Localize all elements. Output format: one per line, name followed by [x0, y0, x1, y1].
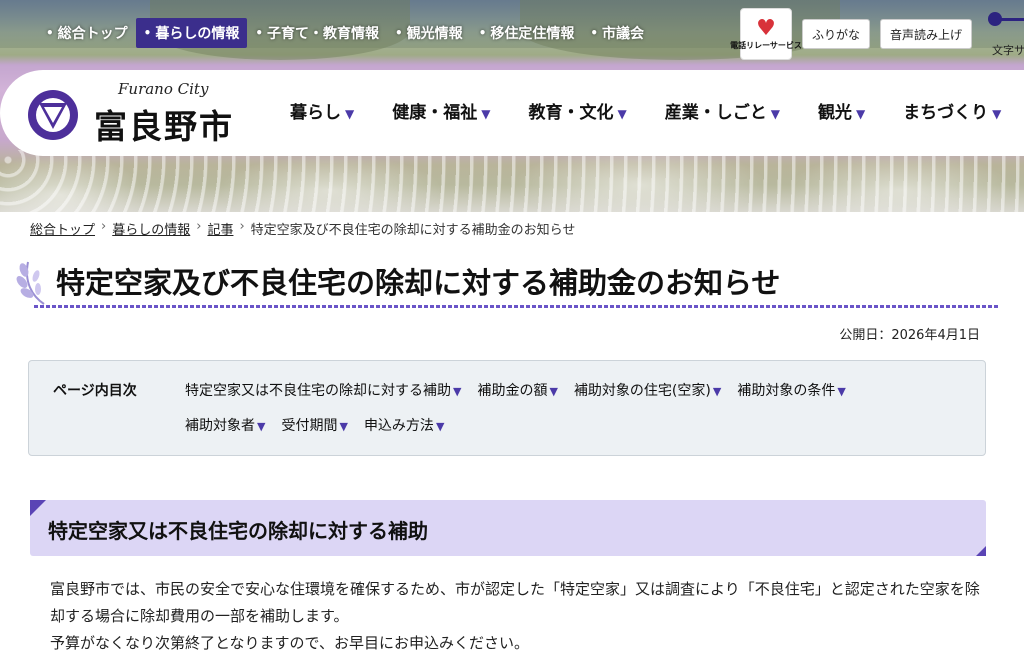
chevron-down-icon: ▼ — [992, 107, 1002, 121]
mainnav-label: 産業・しごと — [664, 103, 767, 123]
topnav-item-council[interactable]: • 市議会 — [582, 18, 652, 48]
font-size-slider[interactable]: 文字サ — [986, 8, 1024, 57]
bullet-icon: • — [255, 26, 264, 40]
read-aloud-button[interactable]: 音声読み上げ — [880, 19, 973, 49]
logo-english: Furano City — [118, 80, 209, 98]
topnav-item-childcare[interactable]: • 子育て・教育情報 — [247, 18, 387, 48]
body-paragraph: 富良野市では、市民の安全で安心な住環境を確保するため、市が認定した「特定空家」又… — [50, 580, 980, 625]
bullet-icon: • — [395, 26, 403, 40]
furigana-button[interactable]: ふりがな — [802, 19, 871, 49]
mainnav-item-tourism[interactable]: 観光 ▼ — [818, 98, 865, 123]
telephone-relay-button[interactable]: ♥ 電話リレーサービス — [730, 8, 802, 60]
corner-accent — [976, 546, 986, 556]
toc-link-conditions[interactable]: 補助対象の条件 ▼ — [737, 380, 845, 400]
page-title-block: 特定空家及び不良住宅の除却に対する補助金のお知らせ — [14, 252, 999, 310]
breadcrumb-link-living[interactable]: 暮らしの情報 — [112, 219, 190, 238]
mainnav-item-town[interactable]: まちづくり ▼ — [903, 98, 1001, 123]
main-navigation: 暮らし▼ 健康・福祉▼ 教育・文化▼ 産業・しごと▼ 観光▼ まちづくり▼ 行政 — [290, 98, 1024, 123]
topnav-item-living[interactable]: • 暮らしの情報 — [135, 18, 248, 48]
toc-link-label: 特定空家又は不良住宅の除却に対する補助 — [185, 383, 451, 399]
font-size-rail — [1000, 18, 1024, 21]
bullet-icon: • — [590, 26, 599, 40]
toc-link-apply[interactable]: 申込み方法 ▼ — [364, 415, 444, 435]
logo-japanese[interactable]: 富良野市 — [94, 100, 234, 148]
topnav-label: 子育て・教育情報 — [267, 26, 380, 42]
topnav-item-relocation[interactable]: • 移住定住情報 — [471, 18, 583, 48]
mainnav-item-education[interactable]: 教育・文化 ▼ — [528, 98, 626, 123]
bullet-icon: • — [143, 26, 152, 40]
toc-row: 補助対象者 ▼ 受付期間 ▼ 申込み方法 ▼ — [185, 415, 460, 435]
mainnav-label: 教育・文化 — [528, 103, 614, 123]
chevron-down-icon: ▼ — [453, 385, 462, 398]
breadcrumb: 総合トップ › 暮らしの情報 › 記事 › 特定空家及び不良住宅の除却に対する補… — [30, 219, 575, 238]
hero-flowers — [0, 150, 1024, 212]
top-navigation: • 総合トップ • 暮らしの情報 • 子育て・教育情報 • 観光情報 • 移住定住情報 •… — [38, 18, 652, 48]
relay-caption: 電話リレーサービス — [730, 40, 802, 50]
city-emblem-logo[interactable] — [26, 88, 80, 142]
mainnav-label: 健康・福祉 — [392, 103, 478, 123]
laurel-icon — [16, 261, 45, 305]
breadcrumb-link-top[interactable]: 総合トップ — [30, 219, 95, 238]
chevron-down-icon: ▼ — [617, 107, 627, 121]
chevron-down-icon: ▼ — [435, 420, 445, 433]
toc-link-label: 申込み方法 — [363, 418, 434, 434]
section-heading: 特定空家又は不良住宅の除却に対する補助 — [48, 519, 428, 543]
section-heading-box: 特定空家又は不良住宅の除却に対する補助 — [30, 500, 986, 556]
toc-link-target-house[interactable]: 補助対象の住宅(空家) ▼ — [574, 380, 721, 400]
toc-link-period[interactable]: 受付期間 ▼ — [281, 415, 347, 435]
font-size-knob[interactable] — [988, 12, 1002, 26]
toc-link-label: 補助対象の住宅(空家) — [573, 383, 711, 399]
mainnav-item-health[interactable]: 健康・福祉 ▼ — [392, 98, 490, 123]
breadcrumb-separator: › — [239, 219, 245, 234]
toc-row: 特定空家又は不良住宅の除却に対する補助 ▼ 補助金の額 ▼ 補助対象の住宅(空家) ▼… — [185, 380, 862, 400]
published-date: 公開日：2026年4月1日 — [839, 328, 980, 343]
topnav-label: 移住定住情報 — [490, 26, 575, 42]
toc-link-label: 補助対象の条件 — [737, 383, 836, 399]
chevron-down-icon: ▼ — [712, 385, 722, 398]
topnav-label: 総合トップ — [57, 26, 128, 42]
breadcrumb-separator: › — [196, 219, 202, 234]
mainnav-label: 暮らし — [290, 103, 341, 123]
topnav-label: 観光情報 — [406, 26, 463, 42]
toc-link-subsidy[interactable]: 特定空家又は不良住宅の除却に対する補助 ▼ — [185, 380, 461, 400]
topnav-item-tourism[interactable]: • 観光情報 — [387, 18, 471, 48]
utility-tools: ♥ 電話リレーサービス ふりがな 音声読み上げ — [730, 8, 973, 60]
body-paragraph: 予算がなくなり次第終了となりますので、お早目にお申込みください。 — [50, 634, 529, 652]
section-body: 富良野市では、市民の安全で安心な住環境を確保するため、市が認定した「特定空家」又… — [50, 576, 980, 657]
toc-label: ページ内目次 — [53, 383, 137, 399]
topnav-item-top[interactable]: • 総合トップ — [38, 18, 136, 48]
chevron-down-icon: ▼ — [855, 107, 866, 121]
mainnav-label: まちづくり — [903, 103, 989, 123]
mainnav-item-industry[interactable]: 産業・しごと ▼ — [665, 98, 780, 123]
relay-heart-icon: ♥ — [756, 15, 776, 41]
topnav-label: 暮らしの情報 — [155, 26, 240, 42]
toc-link-eligible[interactable]: 補助対象者 ▼ — [185, 415, 265, 435]
breadcrumb-separator: › — [101, 219, 107, 234]
page-title: 特定空家及び不良住宅の除却に対する補助金のお知らせ — [56, 266, 781, 300]
mainnav-label: 観光 — [817, 103, 852, 123]
topnav-label: 市議会 — [602, 26, 645, 42]
bullet-icon: • — [478, 26, 487, 40]
page-toc: ページ内目次 特定空家又は不良住宅の除却に対する補助 ▼ 補助金の額 ▼ 補助対象の… — [28, 360, 986, 456]
font-size-label: 文字サ — [992, 44, 1024, 57]
chevron-down-icon: ▼ — [770, 107, 780, 121]
corner-accent — [30, 500, 46, 516]
chevron-down-icon: ▼ — [481, 107, 491, 121]
chevron-down-icon: ▼ — [549, 385, 558, 398]
chevron-down-icon: ▼ — [837, 385, 846, 398]
breadcrumb-current: 特定空家及び不良住宅の除却に対する補助金のお知らせ — [250, 223, 576, 238]
mainnav-item-living[interactable]: 暮らし ▼ — [290, 98, 354, 123]
bullet-icon: • — [46, 26, 54, 40]
toc-link-amount[interactable]: 補助金の額 ▼ — [477, 380, 557, 400]
toc-link-label: 補助対象者 — [185, 418, 255, 434]
chevron-down-icon: ▼ — [339, 420, 348, 433]
title-underline — [34, 305, 999, 308]
breadcrumb-link-article[interactable]: 記事 — [207, 219, 233, 238]
toc-link-label: 補助金の額 — [477, 383, 548, 399]
chevron-down-icon: ▼ — [257, 420, 266, 433]
toc-link-label: 受付期間 — [281, 418, 338, 434]
chevron-down-icon: ▼ — [345, 107, 355, 121]
